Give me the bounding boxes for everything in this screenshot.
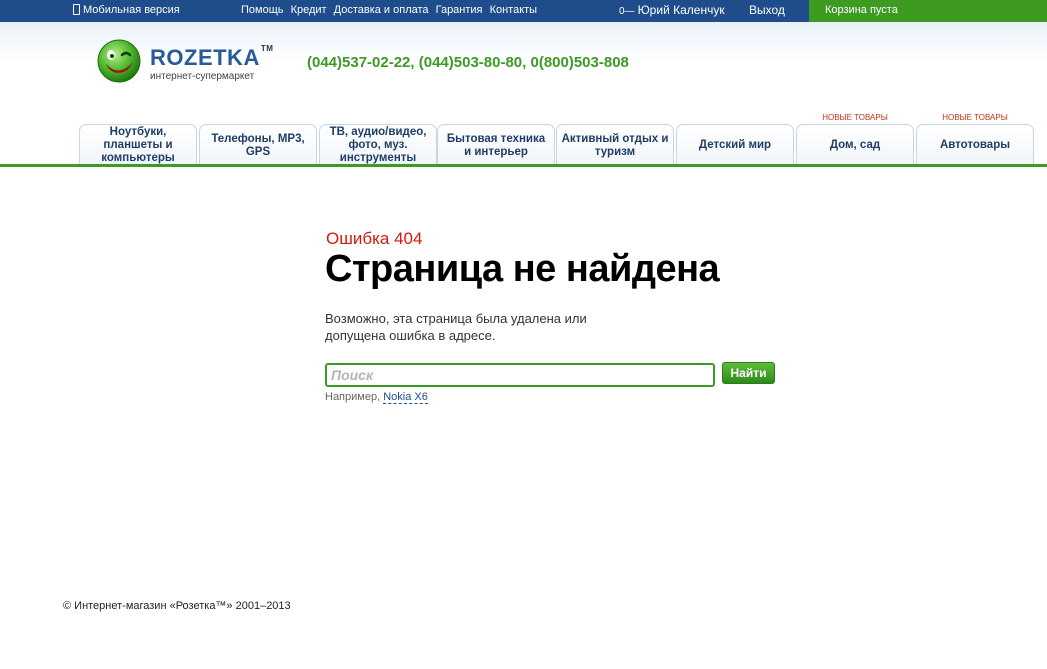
search-button[interactable]: Найти [722,362,775,384]
tab-phones[interactable]: Телефоны, MP3, GPS [199,124,317,166]
footer-copyright: © Интернет-магазин «Розетка™» 2001–2013 [63,600,291,612]
top-links: Помощь Кредит Доставка и оплата Гарантия… [241,4,541,16]
user-name: Юрий Каленчук [637,3,725,17]
example-prefix: Например, [325,391,381,403]
cart-status: Корзина пуста [825,4,898,16]
mobile-version-label: Мобильная версия [83,4,180,16]
tab-appliances[interactable]: Бытовая техника и интерьер [437,124,555,166]
tab-auto[interactable]: Автотовары [916,124,1034,166]
cart-button[interactable]: Корзина пуста [809,0,1047,22]
search-input[interactable] [325,363,715,387]
logo-text[interactable]: ROZETKATM [150,44,273,71]
error-description: Возможно, эта страница была удалена или … [325,311,587,343]
search-example: Например, Nokia X6 [325,391,428,404]
top-bar: Мобильная версия Помощь Кредит Доставка … [0,0,1047,22]
user-account-link[interactable]: 0— Юрий Каленчук [619,3,725,17]
tab-outdoor[interactable]: Активный отдых и туризм [556,124,674,166]
contacts-link[interactable]: Контакты [490,4,538,16]
error-code: Ошибка 404 [326,229,423,248]
credit-link[interactable]: Кредит [291,4,327,16]
mobile-phone-icon [73,4,80,15]
trademark: TM [260,44,274,53]
tab-tv-audio[interactable]: ТВ, аудио/видео, фото, муз. инструменты [319,124,437,166]
delivery-link[interactable]: Доставка и оплата [334,4,429,16]
key-icon: 0— [619,6,635,17]
phone-numbers: (044)537-02-22, (044)503-80-80, 0(800)50… [307,54,629,71]
help-link[interactable]: Помощь [241,4,284,16]
tab-laptops[interactable]: Ноутбуки, планшеты и компьютеры [79,124,197,166]
page-title: Страница не найдена [325,248,720,290]
tab-kids[interactable]: Детский мир [676,124,794,166]
mobile-version-link[interactable]: Мобильная версия [73,4,180,16]
example-link[interactable]: Nokia X6 [383,391,428,404]
smiley-logo-icon[interactable] [96,38,142,84]
warranty-link[interactable]: Гарантия [436,4,483,16]
logo-subtitle: интернет-супермаркет [150,71,255,82]
nav-divider [0,164,1047,167]
new-items-badge: НОВЫЕ ТОВАРЫ [942,113,1008,122]
new-items-badge: НОВЫЕ ТОВАРЫ [822,113,888,122]
logout-link[interactable]: Выход [749,3,785,17]
tab-home-garden[interactable]: Дом, сад [796,124,914,166]
